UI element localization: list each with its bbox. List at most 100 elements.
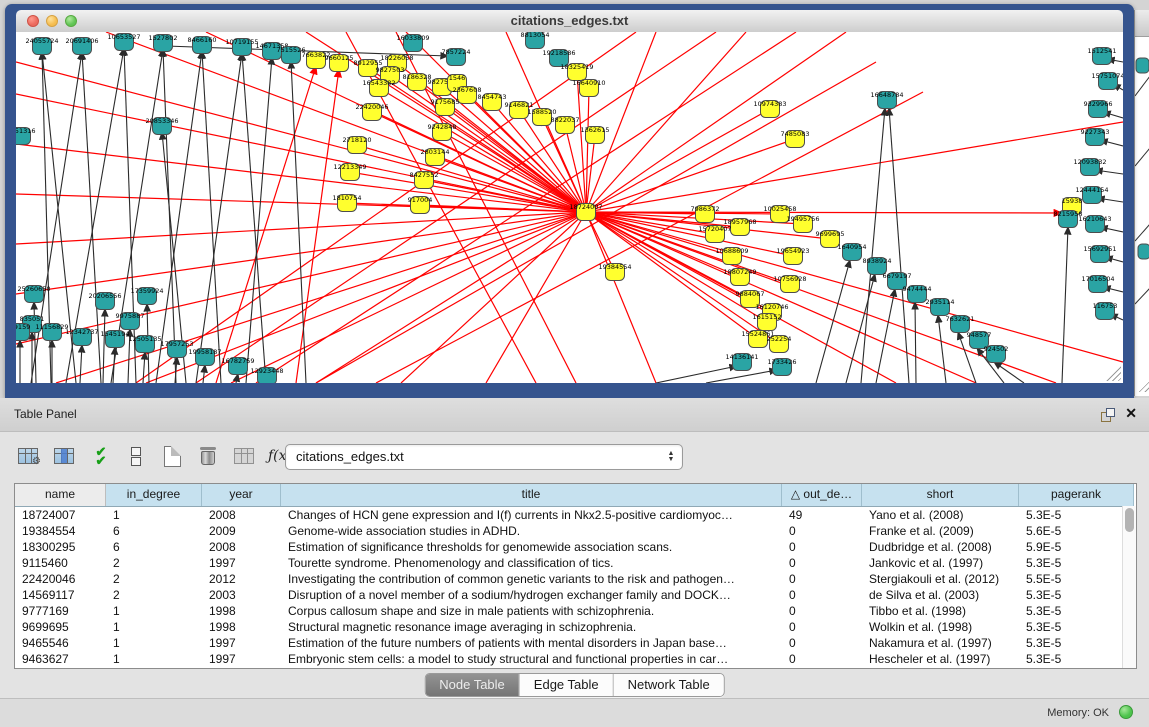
network-graph-canvas[interactable]: 24055724 20691406 10653527 1527802 8466160 10… — [16, 32, 1123, 383]
table-row[interactable]: 1938455462009Genome-wide association stu… — [15, 523, 1136, 539]
graph-node[interactable]: 12923448 — [250, 367, 283, 383]
memory-status-indicator[interactable] — [1119, 705, 1133, 719]
graph-node[interactable]: 8466160 — [188, 36, 217, 54]
graph-node[interactable]: 1362615 — [581, 126, 610, 144]
graph-node[interactable]: 39159 — [16, 323, 30, 341]
graph-node[interactable]: 2718120 — [343, 136, 372, 154]
column-header-in_degree[interactable]: in_degree — [106, 484, 202, 506]
table-row[interactable]: 969969511998Structural magnetic resonanc… — [15, 619, 1136, 635]
graph-node[interactable]: 116753 — [1093, 302, 1118, 320]
graph-node[interactable]: 9329966 — [1084, 100, 1113, 118]
graph-node[interactable]: 2803144 — [421, 148, 450, 166]
table-row[interactable]: 1872400712008Changes of HCN gene express… — [15, 507, 1136, 523]
scrollbar-thumb[interactable] — [1125, 508, 1134, 532]
unselect-rows-button[interactable] — [124, 444, 148, 468]
table-cell: 9465546 — [15, 635, 106, 651]
table-row[interactable]: 946362711997Embryonic stem cells: a mode… — [15, 651, 1136, 667]
graph-node[interactable]: 7485083 — [781, 130, 810, 148]
graph-node[interactable]: 917004 — [408, 196, 433, 214]
graph-node[interactable]: 1527802 — [149, 34, 178, 52]
graph-node[interactable]: 12342737 — [65, 328, 98, 346]
delete-table-button[interactable] — [196, 444, 220, 468]
citation-network-graph[interactable]: 24055724 20691406 10653527 1527802 8466160 10… — [16, 32, 1123, 383]
table-body: 1872400712008Changes of HCN gene express… — [15, 507, 1136, 667]
graph-node[interactable]: 12213349 — [333, 163, 366, 181]
column-header-out_de[interactable]: △ out_de… — [782, 484, 862, 506]
graph-node[interactable]: 10653527 — [107, 33, 140, 51]
graph-node[interactable]: 8822037 — [551, 116, 580, 134]
graph-node[interactable]: 12093832 — [1073, 158, 1106, 176]
tab-edge-table[interactable]: Edge Table — [520, 674, 614, 696]
graph-node[interactable]: 15720407 — [698, 225, 731, 243]
graph-node[interactable]: 7857224 — [442, 48, 471, 66]
graph-node[interactable]: 19384554 — [598, 263, 631, 281]
table-row[interactable]: 1456911722003Disruption of a novel membe… — [15, 587, 1136, 603]
graph-node[interactable]: 1512541 — [1088, 47, 1117, 65]
svg-text:10653527: 10653527 — [107, 33, 140, 41]
table-row[interactable]: 2242004622012Investigating the contribut… — [15, 571, 1136, 587]
table-selector-dropdown[interactable]: citations_edges.txt ▲▼ — [285, 444, 683, 470]
svg-text:835051: 835051 — [20, 315, 45, 323]
table-cell: 0 — [782, 523, 862, 539]
graph-node[interactable]: 1733426 — [768, 358, 797, 376]
graph-node[interactable]: 9227343 — [1081, 128, 1110, 146]
tab-node-table[interactable]: Node Table — [425, 674, 520, 696]
graph-node[interactable]: 8813054 — [521, 32, 550, 49]
graph-node[interactable]: 16648784 — [870, 91, 903, 109]
svg-text:16648784: 16648784 — [870, 91, 903, 99]
graph-node[interactable]: 12505135 — [128, 335, 161, 353]
graph-node[interactable]: 10719155 — [225, 38, 258, 56]
svg-text:19958187: 19958187 — [188, 348, 221, 356]
graph-node[interactable]: 9660125 — [325, 54, 354, 72]
graph-node[interactable]: 7632621 — [946, 315, 975, 333]
graph-node[interactable]: 924502 — [984, 345, 1009, 363]
close-panel-icon[interactable]: ✕ — [1125, 405, 1137, 422]
column-header-year[interactable]: year — [202, 484, 281, 506]
graph-node[interactable]: 1810754 — [333, 194, 362, 212]
table-cell: 9463627 — [15, 651, 106, 667]
column-header-name[interactable]: name — [15, 484, 106, 506]
svg-text:252254: 252254 — [767, 335, 792, 343]
table-cell: Tibbo et al. (1998) — [862, 603, 1019, 619]
tab-network-table[interactable]: Network Table — [614, 674, 724, 696]
graph-node[interactable]: 1545194 — [101, 330, 130, 348]
status-bar: Memory: OK — [0, 698, 1149, 727]
graph-node[interactable]: 17016504 — [1081, 275, 1114, 293]
graph-node[interactable]: 19958187 — [188, 348, 221, 366]
graph-node[interactable]: 1615152 — [753, 313, 782, 331]
memory-status-label: Memory: OK — [1047, 707, 1109, 719]
table-row[interactable]: 977716911998Corpus callosum shape and si… — [15, 603, 1136, 619]
graph-node[interactable]: 2051316 — [16, 127, 35, 145]
graph-node[interactable]: 17359924 — [130, 287, 163, 305]
column-header-short[interactable]: short — [862, 484, 1019, 506]
graph-node[interactable]: 19654923 — [776, 247, 809, 265]
graph-node[interactable]: 16210643 — [1078, 215, 1111, 233]
svg-text:6679197: 6679197 — [883, 272, 912, 280]
graph-node[interactable]: 20206556 — [88, 292, 121, 310]
table-scrollbar[interactable] — [1122, 506, 1136, 668]
show-columns-button[interactable] — [52, 444, 76, 468]
table-row[interactable]: 946554611997Estimation of the future num… — [15, 635, 1136, 651]
graph-node[interactable]: 20691406 — [65, 37, 98, 55]
table-cell: de Silva et al. (2003) — [862, 587, 1019, 603]
column-header-title[interactable]: title — [281, 484, 782, 506]
table-settings-button[interactable]: ⚙ — [16, 444, 40, 468]
graph-node[interactable]: 252254 — [767, 335, 792, 353]
table-panel-title: Table Panel — [14, 407, 77, 421]
graph-node[interactable]: 15692951 — [1083, 245, 1116, 263]
table-row[interactable]: 911546021997Tourette syndrome. Phenomeno… — [15, 555, 1136, 571]
network-window-titlebar[interactable]: citations_edges.txt — [16, 10, 1123, 33]
graph-node[interactable]: 16543382 — [362, 79, 395, 97]
graph-node[interactable]: 18807249 — [723, 268, 756, 286]
select-all-button[interactable]: ✔✔ — [88, 444, 112, 468]
graph-node[interactable]: 18325419 — [560, 63, 593, 81]
svg-text:17016504: 17016504 — [1081, 275, 1114, 283]
table-cell: 2 — [106, 587, 202, 603]
column-header-pagerank[interactable]: pagerank — [1019, 484, 1134, 506]
graph-node[interactable]: 2935114 — [926, 298, 955, 316]
graph-node[interactable]: 24055724 — [25, 37, 58, 55]
float-panel-icon[interactable] — [1101, 408, 1115, 422]
new-table-button[interactable] — [160, 444, 184, 468]
table-row[interactable]: 1830029562008Estimation of significance … — [15, 539, 1136, 555]
graph-node[interactable]: 25260650 — [17, 285, 50, 303]
